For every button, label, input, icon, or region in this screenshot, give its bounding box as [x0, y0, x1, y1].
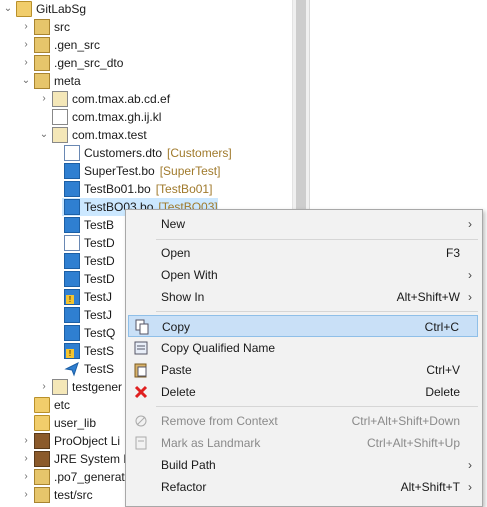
source-folder-icon	[34, 19, 50, 35]
chevron-right-icon[interactable]: ›	[20, 54, 32, 72]
menu-separator	[156, 406, 478, 407]
tree-item-file[interactable]: TestQ	[62, 324, 116, 342]
tree-item-file[interactable]: TestD	[62, 270, 116, 288]
submenu-arrow-icon: ›	[468, 290, 472, 304]
bo-file-icon	[64, 163, 80, 179]
package-icon	[52, 127, 68, 143]
submenu-arrow-icon: ›	[468, 217, 472, 231]
tree-item-package[interactable]: com.tmax.gh.ij.kl	[38, 108, 162, 126]
tree-item-library[interactable]: › ProObject Li	[20, 432, 121, 450]
chevron-down-icon[interactable]: ⌄	[20, 72, 32, 90]
chevron-right-icon[interactable]: ›	[20, 18, 32, 36]
tree-item-file[interactable]: TestD	[62, 252, 116, 270]
library-icon	[34, 451, 50, 467]
menu-item-copy[interactable]: Copy Ctrl+C	[128, 315, 478, 337]
tree-item-file[interactable]: TestS	[62, 342, 115, 360]
source-folder-icon	[34, 37, 50, 53]
tree-item-file[interactable]: TestB	[62, 216, 115, 234]
tree-item-source-folder[interactable]: › .po7_generat	[20, 468, 126, 486]
library-icon	[34, 433, 50, 449]
empty-package-icon	[52, 109, 68, 125]
menu-item-mark-as-landmark[interactable]: Mark as Landmark Ctrl+Alt+Shift+Up	[128, 432, 478, 454]
source-folder-icon	[34, 73, 50, 89]
project-folder-icon	[16, 1, 32, 17]
db-file-icon	[64, 271, 80, 287]
tree-item-file[interactable]: TestS	[62, 360, 115, 378]
tree-item-file[interactable]: Customers.dto [Customers]	[62, 144, 232, 162]
package-icon	[52, 91, 68, 107]
db-file-icon	[64, 325, 80, 341]
tree-item-file[interactable]: TestBo01.bo [TestBo01]	[62, 180, 212, 198]
copy-icon	[134, 319, 150, 335]
chevron-down-icon[interactable]: ⌄	[38, 126, 50, 144]
chevron-right-icon[interactable]: ›	[20, 432, 32, 450]
chevron-right-icon[interactable]: ›	[38, 90, 50, 108]
package-icon	[52, 379, 68, 395]
warning-file-icon	[64, 343, 80, 359]
tree-item-meta[interactable]: ⌄ meta	[20, 72, 82, 90]
submenu-arrow-icon: ›	[468, 458, 472, 472]
bo-file-icon	[64, 181, 80, 197]
tree-item-library[interactable]: › JRE System L	[20, 450, 131, 468]
menu-item-show-in[interactable]: Show In Alt+Shift+W ›	[128, 286, 478, 308]
delete-icon	[133, 384, 149, 400]
submenu-arrow-icon: ›	[468, 480, 472, 494]
menu-item-build-path[interactable]: Build Path ›	[128, 454, 478, 476]
tree-item-src[interactable]: › src	[20, 18, 71, 36]
source-folder-icon	[34, 55, 50, 71]
bo-file-icon	[64, 217, 80, 233]
folder-icon	[34, 415, 50, 431]
chevron-right-icon[interactable]: ›	[38, 378, 50, 396]
bo-file-icon	[64, 199, 80, 215]
tree-item-file[interactable]: TestJ	[62, 306, 113, 324]
menu-item-open-with[interactable]: Open With ›	[128, 264, 478, 286]
tree-item-project[interactable]: ⌄ GitLabSg	[2, 0, 87, 18]
tree-item-source-folder[interactable]: › test/src	[20, 486, 94, 504]
source-folder-icon	[34, 487, 50, 503]
tree-item-file[interactable]: TestD	[62, 234, 116, 252]
service-file-icon	[64, 361, 80, 377]
tree-item-file[interactable]: TestJ	[62, 288, 113, 306]
paste-icon	[133, 362, 149, 378]
menu-separator	[156, 239, 478, 240]
tree-item-package[interactable]: ⌄ com.tmax.test	[38, 126, 148, 144]
menu-item-refactor[interactable]: Refactor Alt+Shift+T ›	[128, 476, 478, 498]
tree-item-gen-src[interactable]: › .gen_src	[20, 36, 101, 54]
dto-file-icon	[64, 235, 80, 251]
folder-icon	[34, 397, 50, 413]
menu-item-paste[interactable]: Paste Ctrl+V	[128, 359, 478, 381]
chevron-right-icon[interactable]: ›	[20, 486, 32, 504]
menu-separator	[156, 311, 478, 312]
menu-item-open[interactable]: Open F3	[128, 242, 478, 264]
warning-file-icon	[64, 289, 80, 305]
menu-item-copy-qualified-name[interactable]: Copy Qualified Name	[128, 337, 478, 359]
chevron-right-icon[interactable]: ›	[20, 450, 32, 468]
db-file-icon	[64, 253, 80, 269]
chevron-right-icon[interactable]: ›	[20, 36, 32, 54]
menu-item-remove-from-context[interactable]: Remove from Context Ctrl+Alt+Shift+Down	[128, 410, 478, 432]
db-file-icon	[64, 307, 80, 323]
chevron-down-icon[interactable]: ⌄	[2, 0, 14, 18]
context-menu: New › Open F3 Open With › Show In Alt+Sh…	[125, 209, 483, 507]
remove-context-icon	[133, 413, 149, 429]
landmark-icon	[133, 435, 149, 451]
submenu-arrow-icon: ›	[468, 268, 472, 282]
tree-item-gen-src-dto[interactable]: › .gen_src_dto	[20, 54, 124, 72]
tree-item-file[interactable]: SuperTest.bo [SuperTest]	[62, 162, 220, 180]
tree-item-folder[interactable]: etc	[32, 396, 71, 414]
tree-item-folder[interactable]: user_lib	[32, 414, 97, 432]
tree-item-package[interactable]: › com.tmax.ab.cd.ef	[38, 90, 171, 108]
dto-file-icon	[64, 145, 80, 161]
tree-item-package[interactable]: › testgener	[38, 378, 123, 396]
source-folder-icon	[34, 469, 50, 485]
copy-qualified-name-icon	[133, 340, 149, 356]
chevron-right-icon[interactable]: ›	[20, 468, 32, 486]
menu-item-new[interactable]: New ›	[128, 213, 478, 235]
menu-item-delete[interactable]: Delete Delete	[128, 381, 478, 403]
